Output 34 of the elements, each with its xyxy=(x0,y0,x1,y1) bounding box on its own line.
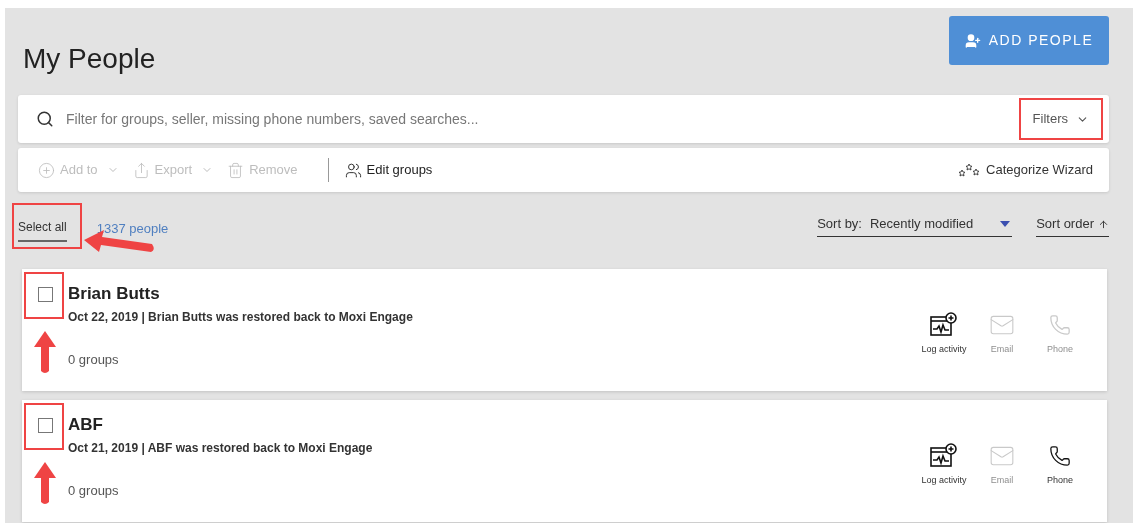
categorize-wizard-button[interactable]: Categorize Wizard xyxy=(958,160,1093,180)
phone-icon xyxy=(1049,314,1071,336)
annotation-arrow-icon xyxy=(34,462,56,506)
groups-count: 0 groups xyxy=(68,351,120,369)
select-all-button[interactable]: Select all xyxy=(18,217,67,242)
checkbox[interactable] xyxy=(37,418,53,433)
plus-circle-icon xyxy=(38,161,55,179)
people-icon xyxy=(344,161,362,179)
annotation-arrow-icon xyxy=(34,331,56,375)
person-name[interactable]: Brian Butts xyxy=(68,282,915,306)
activity-text: Oct 22, 2019 | Brian Butts was restored back to Moxi Engage xyxy=(68,309,414,326)
export-icon xyxy=(132,161,150,179)
caret-down-icon xyxy=(1000,221,1011,227)
action-button[interactable]: Log activity xyxy=(915,442,973,488)
phone-icon xyxy=(1049,445,1071,467)
page-title: My People xyxy=(23,42,156,76)
groups-count: 0 groups xyxy=(68,482,120,500)
sort-order-button[interactable]: Sort order xyxy=(1036,214,1109,237)
action-button[interactable]: Log activity xyxy=(915,311,973,357)
filters-dropdown[interactable]: Filters xyxy=(1018,98,1103,140)
add-person-icon xyxy=(964,32,981,49)
chart-plus-icon xyxy=(930,443,958,469)
stars-icon xyxy=(958,163,981,177)
chart-plus-icon xyxy=(930,312,958,338)
trash-icon xyxy=(227,161,245,179)
activity-text: Oct 21, 2019 | ABF was restored back to Moxi Engage xyxy=(68,440,374,457)
sort-dropdown[interactable]: Sort by: Recently modified xyxy=(817,214,1013,237)
search-icon xyxy=(36,110,54,128)
toolbar-button[interactable]: Edit groups xyxy=(344,160,433,180)
checkbox[interactable] xyxy=(37,287,53,302)
arrow-up-icon xyxy=(1098,218,1109,230)
action-button[interactable]: Phone xyxy=(1031,442,1089,488)
person-name[interactable]: ABF xyxy=(68,413,915,437)
search-field[interactable]: Filter for groups, seller, missing phone numbers, saved searches... Filters xyxy=(18,95,1109,143)
